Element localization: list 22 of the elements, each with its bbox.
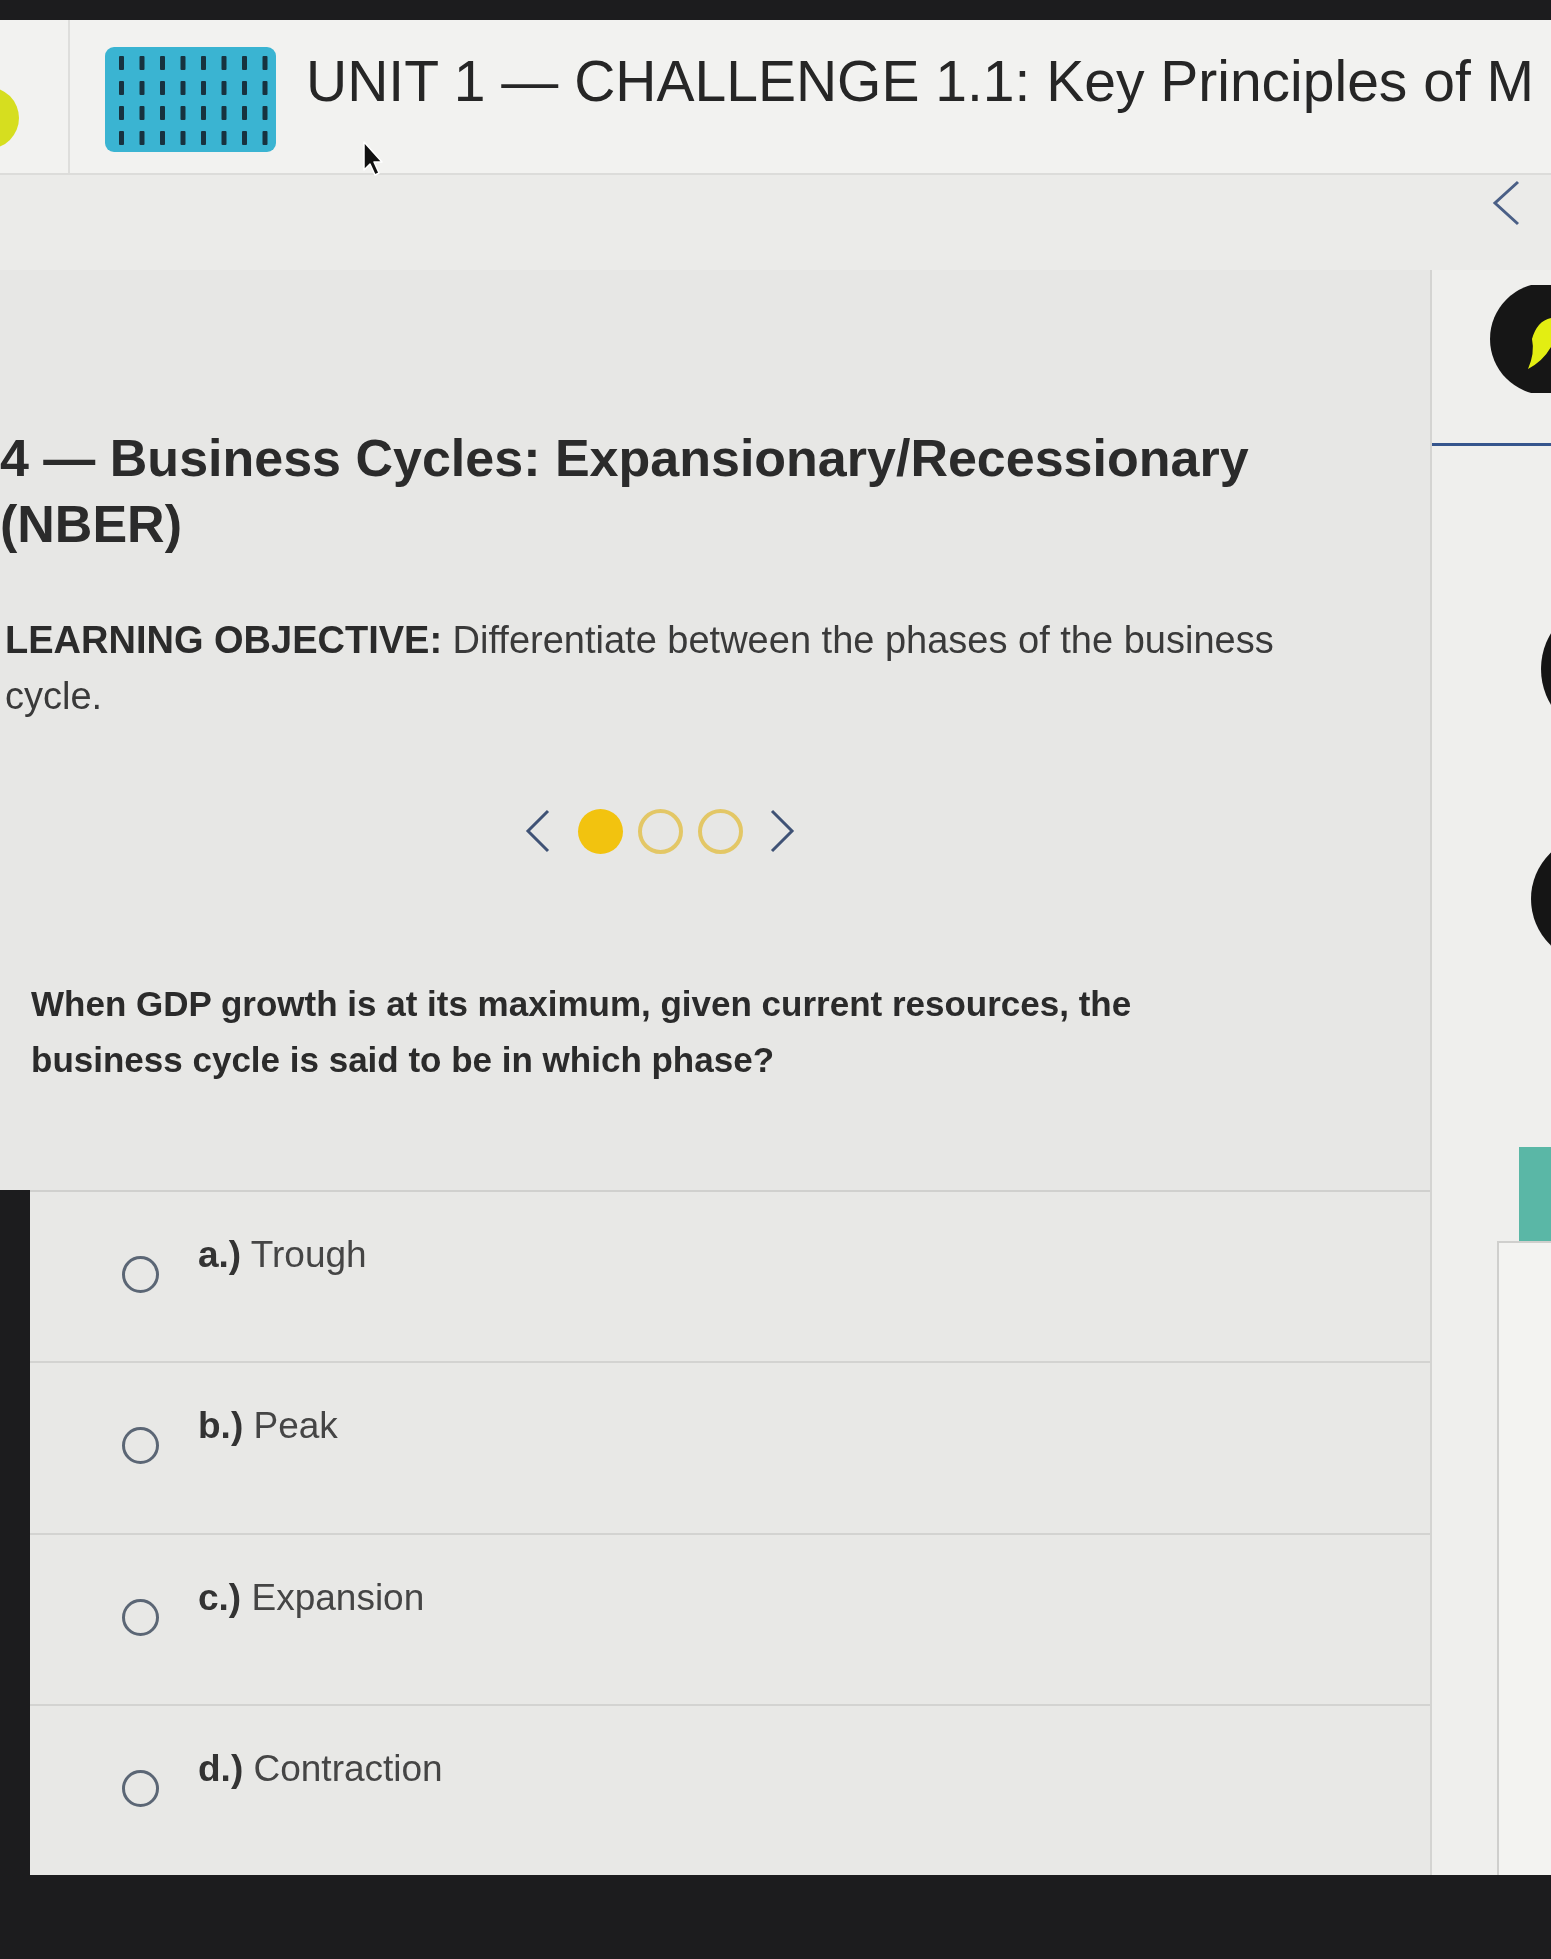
learning-objective: LEARNING OBJECTIVE: Differentiate between the phases of the business cycle.: [5, 618, 1275, 719]
chevron-left-icon[interactable]: [1492, 180, 1520, 226]
radio-button[interactable]: [122, 1427, 159, 1465]
option-label[interactable]: d.) Contraction: [198, 1743, 443, 1794]
radio-button[interactable]: [122, 1598, 159, 1636]
radio-button[interactable]: [122, 1769, 159, 1807]
badge-icon: [1488, 285, 1551, 393]
page-title: UNIT 1 — CHALLENGE 1.1: Key Principles of M: [306, 48, 1535, 114]
cursor-icon: [362, 140, 384, 178]
question-text: When GDP growth is at its maximum, given current resources, the business cycle is said to be in which phase?: [31, 983, 1133, 1081]
option-label[interactable]: a.) Trough: [198, 1230, 367, 1280]
chevron-right-icon[interactable]: [770, 808, 795, 854]
logo-icon: [0, 87, 19, 149]
option-label[interactable]: b.) Peak: [198, 1401, 338, 1452]
page-dot[interactable]: [698, 808, 743, 854]
lesson-title: 4 — Business Cycles: Expansionary/Recessionary (NBER): [0, 428, 1250, 555]
grid-pattern-icon: [105, 47, 276, 152]
chevron-left-icon[interactable]: [525, 808, 550, 854]
radio-button[interactable]: [122, 1256, 159, 1293]
page-dot[interactable]: [638, 808, 683, 854]
page-dot[interactable]: [578, 808, 623, 854]
option-label[interactable]: c.) Expansion: [198, 1572, 425, 1623]
